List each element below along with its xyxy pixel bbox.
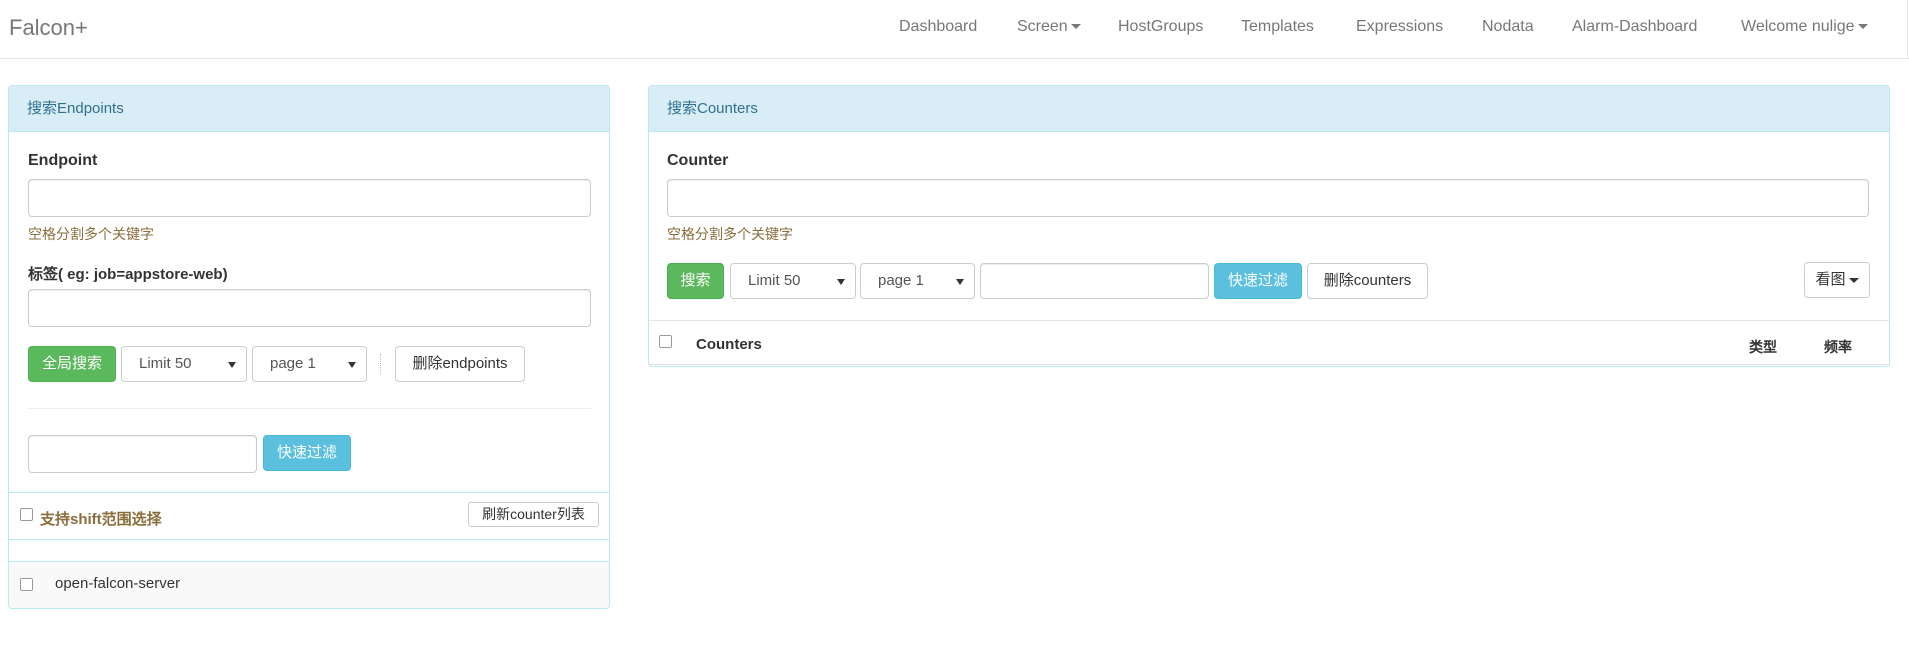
nav-nodata[interactable]: Nodata [1482, 17, 1534, 37]
nav-templates[interactable]: Templates [1241, 17, 1314, 37]
endpoint-page-value: page 1 [270, 355, 316, 372]
brand-logo[interactable]: Falcon+ [9, 14, 88, 42]
counter-input[interactable] [667, 179, 1869, 217]
delete-endpoints-button[interactable]: 删除endpoints [395, 346, 525, 382]
endpoint-limit-select[interactable]: Limit 50 [121, 346, 247, 382]
chevron-down-icon [1857, 24, 1868, 30]
select-all-counters-checkbox[interactable] [659, 335, 672, 348]
chevron-down-icon [228, 362, 236, 368]
top-navbar: Falcon+ Dashboard Screen HostGroups Temp… [0, 0, 1909, 59]
chevron-down-icon [837, 279, 845, 285]
endpoint-limit-value: Limit 50 [139, 355, 192, 372]
divider [9, 539, 609, 540]
chevron-down-icon [1070, 24, 1081, 30]
counter-page-select[interactable]: page 1 [860, 263, 975, 299]
delete-counters-button[interactable]: 删除counters [1307, 263, 1428, 299]
divider [28, 408, 591, 409]
endpoint-row-checkbox[interactable] [20, 578, 33, 591]
user-welcome-label: Welcome nulige [1741, 18, 1855, 35]
nav-dashboard[interactable]: Dashboard [899, 17, 977, 37]
counters-panel: 搜索Counters Counter 空格分割多个关键字 搜索 Limit 50… [648, 85, 1890, 367]
endpoint-quick-filter-button[interactable]: 快速过滤 [263, 435, 351, 471]
type-column-header: 类型 [1749, 339, 1777, 355]
divider [649, 320, 1889, 321]
counter-search-button[interactable]: 搜索 [667, 263, 724, 299]
counter-quick-filter-button[interactable]: 快速过滤 [1214, 263, 1302, 299]
nav-expressions[interactable]: Expressions [1356, 17, 1443, 37]
endpoint-result-row: open-falcon-server [9, 562, 609, 608]
counter-limit-select[interactable]: Limit 50 [730, 263, 856, 299]
shift-select-checkbox[interactable] [20, 508, 33, 521]
button-separator [380, 354, 381, 374]
counter-label: Counter [667, 152, 729, 169]
nav-hostgroups[interactable]: HostGroups [1118, 17, 1203, 37]
divider [649, 364, 1889, 365]
global-search-button[interactable]: 全局搜索 [28, 346, 116, 382]
endpoints-panel-heading: 搜索Endpoints [9, 86, 609, 132]
divider [9, 492, 609, 493]
endpoints-panel: 搜索Endpoints Endpoint 空格分割多个关键字 标签( eg: j… [8, 85, 610, 609]
tag-input[interactable] [28, 289, 591, 327]
endpoint-help-text: 空格分割多个关键字 [28, 226, 154, 242]
nav-screen-label: Screen [1017, 18, 1068, 35]
counter-help-text: 空格分割多个关键字 [667, 226, 793, 242]
counters-column-header: Counters [696, 336, 762, 353]
tag-label: 标签( eg: job=appstore-web) [28, 266, 228, 283]
nav-screen[interactable]: Screen [1017, 17, 1081, 37]
chevron-down-icon [956, 279, 964, 285]
endpoint-filter-input[interactable] [28, 435, 257, 473]
counter-page-value: page 1 [878, 272, 924, 289]
refresh-counter-list-button[interactable]: 刷新counter列表 [468, 502, 599, 527]
counter-filter-input[interactable] [980, 263, 1209, 299]
view-graph-button[interactable]: 看图 [1804, 262, 1870, 298]
nav-alarm-dashboard[interactable]: Alarm-Dashboard [1572, 17, 1697, 37]
counters-panel-heading: 搜索Counters [649, 86, 1889, 132]
endpoint-name[interactable]: open-falcon-server [55, 575, 180, 592]
chevron-down-icon [348, 362, 356, 368]
endpoint-label: Endpoint [28, 152, 98, 169]
nav-user-menu[interactable]: Welcome nulige [1741, 17, 1868, 37]
endpoint-page-select[interactable]: page 1 [252, 346, 367, 382]
shift-select-label: 支持shift范围选择 [40, 511, 162, 528]
freq-column-header: 频率 [1824, 339, 1852, 355]
chevron-down-icon [1848, 277, 1859, 283]
counter-limit-value: Limit 50 [748, 272, 801, 289]
navbar-edge [1907, 0, 1908, 59]
endpoint-input[interactable] [28, 179, 591, 217]
view-graph-label: 看图 [1815, 271, 1846, 288]
